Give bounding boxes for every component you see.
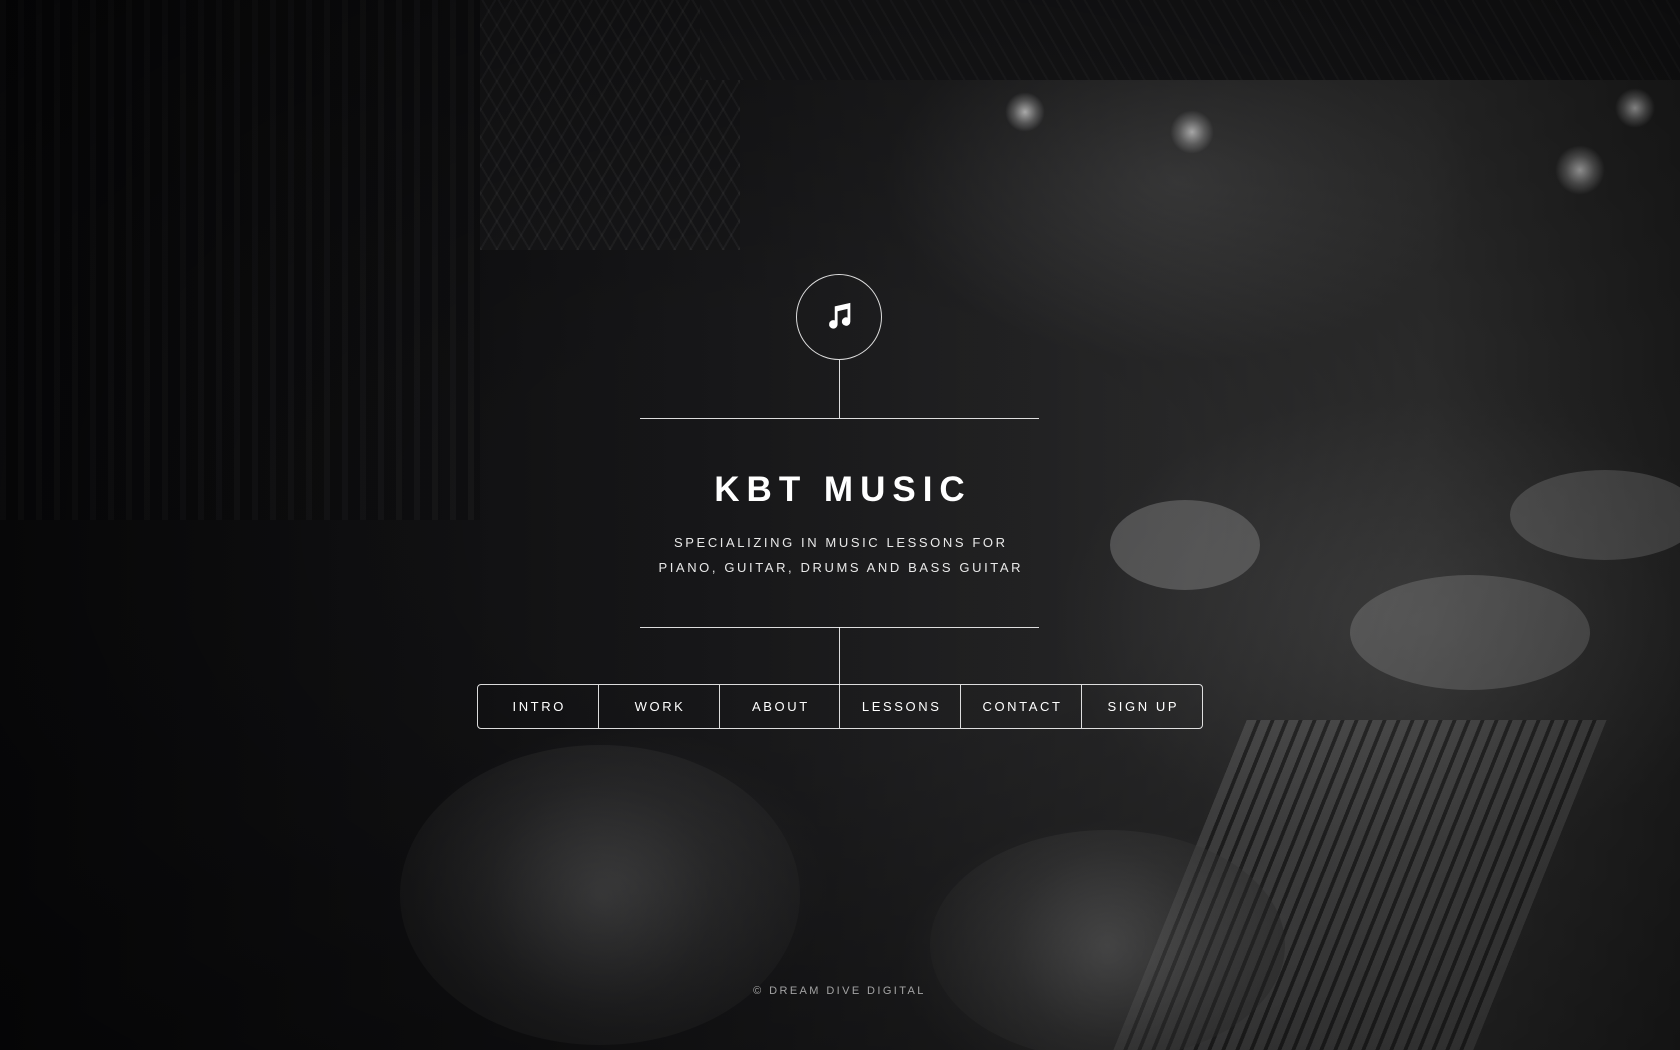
- nav-item-about[interactable]: ABOUT: [718, 685, 840, 728]
- logo: [796, 274, 882, 360]
- site-title: KBT MUSIC: [714, 470, 972, 509]
- divider-horizontal: [640, 418, 1039, 419]
- nav-item-work[interactable]: WORK: [597, 685, 719, 728]
- site-header: KBT MUSIC SPECIALIZING IN MUSIC LESSONS …: [0, 0, 1680, 1050]
- tagline-line: SPECIALIZING IN MUSIC LESSONS FOR: [674, 535, 1008, 550]
- site-tagline: SPECIALIZING IN MUSIC LESSONS FOR PIANO,…: [600, 530, 1079, 580]
- nav-item-sign-up[interactable]: SIGN UP: [1081, 685, 1202, 728]
- page-background: KBT MUSIC SPECIALIZING IN MUSIC LESSONS …: [0, 0, 1680, 1050]
- nav-item-contact[interactable]: CONTACT: [960, 685, 1081, 728]
- footer-copyright: © DREAM DIVE DIGITAL: [753, 985, 926, 997]
- music-note-icon: [829, 302, 851, 329]
- nav-item-lessons[interactable]: LESSONS: [839, 685, 960, 728]
- main-nav: INTRO WORK ABOUT LESSONS CONTACT SIGN UP: [477, 684, 1203, 729]
- divider-vertical: [839, 360, 840, 418]
- nav-item-intro[interactable]: INTRO: [478, 685, 598, 728]
- tagline-line: PIANO, GUITAR, DRUMS AND BASS GUITAR: [658, 560, 1024, 575]
- divider-vertical: [839, 627, 840, 685]
